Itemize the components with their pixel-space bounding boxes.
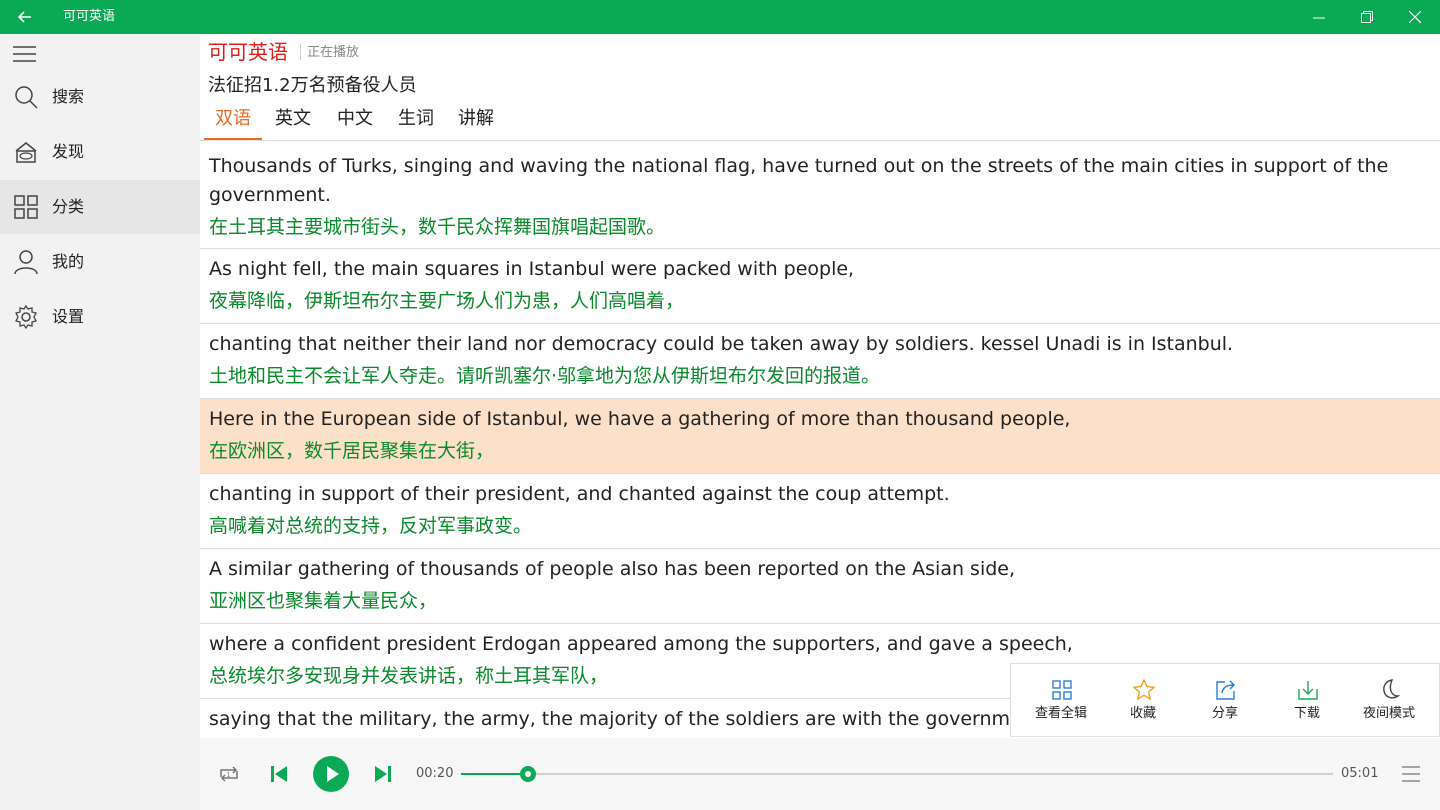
repeat-one-icon[interactable]: 1: [216, 761, 242, 787]
tab-explanation[interactable]: 讲解: [449, 104, 503, 140]
tab-chinese[interactable]: 中文: [328, 104, 382, 140]
back-button[interactable]: [10, 3, 40, 31]
article-title: 法征招1.2万名预备役人员: [208, 75, 417, 96]
transcript-row[interactable]: Thousands of Turks, singing and waving t…: [200, 141, 1440, 249]
sidebar-item-category[interactable]: 分类: [0, 180, 200, 234]
sidebar-item-label: 我的: [52, 252, 85, 271]
back-arrow-icon: [17, 11, 31, 23]
english-sentence: A similar gathering of thousands of peop…: [209, 558, 1016, 580]
discover-icon: [15, 142, 37, 163]
action-label: 下载: [1293, 706, 1320, 721]
total-time: 05:01: [1341, 766, 1379, 781]
title-bar: 可可英语: [0, 0, 1440, 34]
sidebar-item-label: 设置: [52, 307, 85, 326]
minimize-button[interactable]: [1296, 0, 1342, 34]
restore-button[interactable]: [1344, 0, 1390, 34]
restore-icon: [1361, 11, 1373, 23]
transcript-list: Thousands of Turks, singing and waving t…: [200, 141, 1440, 738]
action-label: 收藏: [1129, 706, 1156, 721]
chinese-sentence: 高喊着对总统的支持，反对军事政变。: [209, 515, 533, 537]
action-label: 查看全辑: [1034, 706, 1087, 721]
favorite-button[interactable]: 收藏: [1102, 664, 1184, 736]
sidebar-item-label: 发现: [52, 142, 85, 161]
sidebar-item-mine[interactable]: 我的: [0, 235, 200, 289]
chinese-sentence: 土地和民主不会让军人夺走。请听凯塞尔·邬拿地为您从伊斯坦布尔发回的报道。: [209, 365, 881, 387]
playlist-icon[interactable]: [1400, 763, 1422, 785]
sidebar-item-search[interactable]: 搜索: [0, 70, 200, 124]
play-icon[interactable]: [312, 755, 350, 793]
sidebar: 搜索 发现 分类 我的 设置: [0, 34, 200, 810]
window-title: 可可英语: [63, 9, 116, 24]
moon-icon: [1383, 679, 1401, 699]
transcript-row[interactable]: chanting that neither their land nor dem…: [200, 324, 1440, 399]
grid-icon: [14, 195, 38, 219]
previous-icon[interactable]: [269, 764, 289, 784]
english-sentence: Here in the European side of Istanbul, w…: [209, 408, 1071, 430]
hamburger-icon: [13, 46, 36, 62]
tab-vocabulary[interactable]: 生词: [389, 104, 443, 140]
action-label: 夜间模式: [1362, 706, 1415, 721]
svg-text:1: 1: [227, 772, 231, 779]
english-sentence: chanting that neither their land nor dem…: [209, 333, 1234, 355]
view-album-button[interactable]: 查看全辑: [1020, 664, 1102, 736]
english-sentence: Thousands of Turks, singing and waving t…: [209, 155, 1389, 206]
brand-separator: [300, 44, 301, 60]
star-icon: [1132, 678, 1156, 701]
english-sentence: chanting in support of their president, …: [209, 483, 950, 505]
user-icon: [14, 250, 38, 275]
sidebar-item-discover[interactable]: 发现: [0, 125, 200, 179]
chinese-sentence: 在土耳其主要城市街头，数千民众挥舞国旗唱起国歌。: [209, 216, 666, 238]
download-button[interactable]: 下载: [1266, 664, 1348, 736]
close-button[interactable]: [1392, 0, 1438, 34]
album-grid-icon: [1052, 680, 1072, 700]
next-icon[interactable]: [373, 764, 393, 784]
progress-slider[interactable]: [461, 766, 1333, 782]
night-mode-button[interactable]: 夜间模式: [1348, 664, 1430, 736]
download-icon: [1298, 681, 1318, 700]
transcript-row[interactable]: As night fell, the main squares in Istan…: [200, 249, 1440, 324]
hamburger-menu-button[interactable]: [12, 43, 38, 65]
sidebar-item-label: 分类: [52, 197, 85, 216]
progress-fill: [461, 773, 529, 775]
sidebar-item-settings[interactable]: 设置: [0, 290, 200, 344]
now-playing-label: 正在播放: [307, 45, 360, 60]
transcript-row[interactable]: chanting in support of their president, …: [200, 474, 1440, 549]
action-label: 分享: [1211, 706, 1238, 721]
close-icon: [1409, 11, 1421, 23]
tab-english[interactable]: 英文: [266, 104, 320, 140]
search-icon: [15, 86, 38, 109]
transcript-row[interactable]: A similar gathering of thousands of peop…: [200, 549, 1440, 624]
share-button[interactable]: 分享: [1184, 664, 1266, 736]
chinese-sentence: 在欧洲区，数千居民聚集在大街，: [209, 440, 495, 462]
sidebar-item-label: 搜索: [52, 87, 85, 106]
chinese-sentence: 夜幕降临，伊斯坦布尔主要广场人们为患，人们高唱着，: [209, 290, 685, 312]
share-icon: [1216, 680, 1235, 700]
tab-bilingual[interactable]: 双语: [204, 104, 262, 140]
minimize-icon: [1313, 17, 1325, 19]
player-bar: 1 00:20 05:01: [200, 738, 1440, 810]
transcript-row-current[interactable]: Here in the European side of Istanbul, w…: [200, 399, 1440, 474]
action-panel: 查看全辑 收藏 分享 下载 夜间模式: [1010, 663, 1440, 737]
english-sentence: As night fell, the main squares in Istan…: [209, 258, 855, 280]
gear-icon: [15, 304, 37, 330]
brand-name: 可可英语: [208, 40, 288, 64]
chinese-sentence: 亚洲区也聚集着大量民众，: [209, 590, 438, 612]
current-time: 00:20: [416, 766, 454, 781]
progress-thumb[interactable]: [520, 766, 537, 782]
english-sentence: where a confident president Erdogan appe…: [209, 633, 1073, 655]
